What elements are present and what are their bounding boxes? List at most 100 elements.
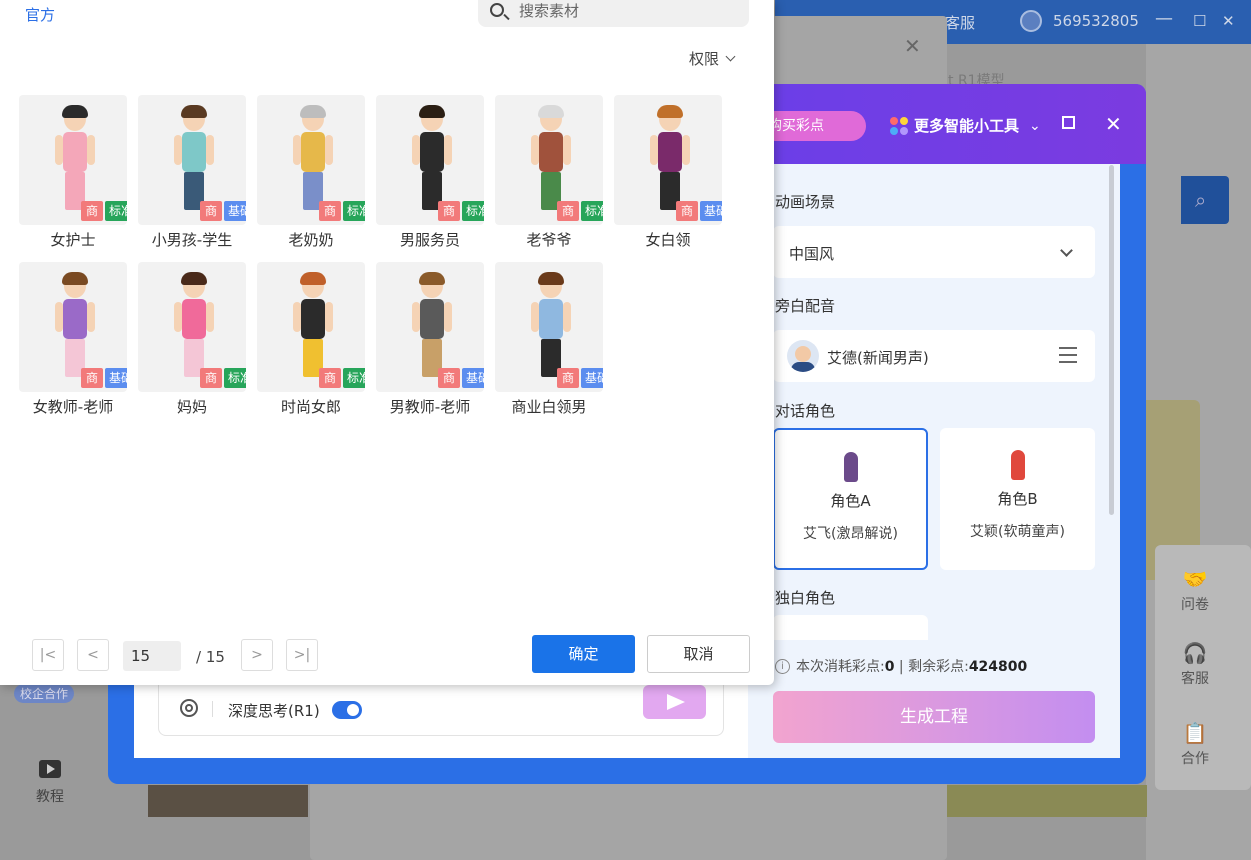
character-thumbnail: 商标准 bbox=[376, 95, 484, 225]
character-name: 男教师-老师 bbox=[389, 398, 471, 416]
character-name: 商业白领男 bbox=[511, 398, 587, 416]
commercial-tag: 商 bbox=[438, 201, 460, 221]
character-thumbnail: 商标准 bbox=[19, 95, 127, 225]
figure-arm-l bbox=[174, 135, 182, 165]
narration-voice-select[interactable]: 艾德(新闻男声) bbox=[773, 330, 1095, 382]
figure-arm-r bbox=[563, 302, 571, 332]
role-card-a[interactable]: 角色A 艾飞(激昂解说) bbox=[773, 428, 928, 570]
page-number-input[interactable] bbox=[123, 641, 181, 671]
tab-official[interactable]: 官方 bbox=[25, 4, 55, 25]
character-card[interactable]: 商标准妈妈 bbox=[138, 262, 246, 417]
send-button[interactable] bbox=[643, 685, 706, 719]
character-card[interactable]: 商基础 男教师-老师 bbox=[376, 262, 484, 417]
role-card-b[interactable]: 角色B 艾颖(软萌童声) bbox=[940, 428, 1095, 570]
chevron-down-icon bbox=[725, 51, 736, 62]
solo-role-label: 独白角色 bbox=[775, 589, 836, 607]
deep-think-toggle[interactable] bbox=[332, 701, 362, 719]
next-page-button[interactable]: > bbox=[241, 639, 273, 671]
figure-arm-r bbox=[563, 135, 571, 165]
figure-arm-l bbox=[174, 302, 182, 332]
divider bbox=[212, 701, 213, 717]
apps-grid-dot bbox=[900, 116, 908, 125]
figure-arm-r bbox=[206, 302, 214, 332]
character-thumbnail: 商基础 bbox=[495, 262, 603, 392]
maximize-icon[interactable]: ☐ bbox=[1193, 12, 1206, 30]
character-thumbnail: 商基础 bbox=[19, 262, 127, 392]
character-name: 女白领 bbox=[645, 231, 691, 249]
figure-body bbox=[658, 132, 682, 172]
scene-label: 动画场景 bbox=[775, 193, 836, 211]
deep-think-label: 深度思考(R1) bbox=[228, 702, 320, 720]
character-card[interactable]: 商标准 时尚女郎 bbox=[257, 262, 365, 417]
figure-hair bbox=[300, 272, 326, 285]
buy-points-button[interactable]: 购买彩点 bbox=[760, 111, 866, 141]
sliders-icon[interactable] bbox=[1059, 347, 1077, 363]
solo-role-card[interactable] bbox=[773, 615, 928, 640]
points-cost-line: i 本次消耗彩点:0 | 剩余彩点:424800 bbox=[775, 656, 1027, 676]
character-name: 女教师-老师 bbox=[32, 398, 114, 416]
character-thumbnail: 商标准 bbox=[138, 262, 246, 392]
material-search-input[interactable]: 搜索素材 bbox=[478, 0, 749, 27]
more-tools-dropdown[interactable]: 更多智能小工具 ⌄ bbox=[890, 115, 1041, 136]
permission-filter-dropdown[interactable]: 权限 bbox=[689, 48, 736, 69]
commercial-tag: 商 bbox=[81, 368, 103, 388]
figure-arm-l bbox=[531, 302, 539, 332]
figure-hair bbox=[657, 105, 683, 118]
character-card[interactable]: 商标准 老奶奶 bbox=[257, 95, 365, 250]
character-name: 妈妈 bbox=[176, 398, 207, 416]
character-name: 时尚女郎 bbox=[280, 398, 341, 416]
minimize-icon[interactable]: — bbox=[1155, 8, 1173, 29]
generate-project-button[interactable]: 生成工程 bbox=[773, 691, 1095, 743]
character-card[interactable]: 商标准 老爷爷 bbox=[495, 95, 603, 250]
license-level-tag: 标准 bbox=[462, 201, 484, 221]
settings-scrollbar[interactable] bbox=[1109, 165, 1114, 515]
tutorial-button[interactable]: 教程 bbox=[20, 760, 80, 806]
role-voice: 艾颖(软萌童声) bbox=[970, 524, 1065, 540]
character-card[interactable]: 商标准 男服务员 bbox=[376, 95, 484, 250]
role-name: 角色B bbox=[997, 490, 1038, 508]
side-item-cooperation[interactable]: 📋 合作 bbox=[1160, 722, 1230, 768]
commercial-tag: 商 bbox=[81, 201, 103, 221]
last-page-button[interactable]: >| bbox=[286, 639, 318, 671]
cancel-button[interactable]: 取消 bbox=[647, 635, 750, 673]
role-name: 角色A bbox=[830, 492, 871, 510]
buy-points-label: 购买彩点 bbox=[768, 118, 824, 134]
close-icon[interactable]: ✕ bbox=[1222, 12, 1235, 30]
character-card[interactable]: 商基础 女白领 bbox=[614, 95, 722, 250]
figure-hair bbox=[419, 105, 445, 118]
character-thumbnail: 商标准 bbox=[257, 262, 365, 392]
figure-body bbox=[301, 299, 325, 339]
target-icon[interactable] bbox=[180, 699, 198, 717]
confirm-button[interactable]: 确定 bbox=[532, 635, 635, 673]
maximize-icon[interactable] bbox=[1062, 116, 1075, 129]
figure-body bbox=[420, 299, 444, 339]
remain-points: 424800 bbox=[968, 659, 1028, 675]
commercial-tag: 商 bbox=[200, 368, 222, 388]
handshake-icon: 🤝 bbox=[1182, 567, 1208, 591]
tutorial-label: 教程 bbox=[36, 789, 64, 805]
figure-arm-l bbox=[293, 302, 301, 332]
character-thumbnail: 商标准 bbox=[257, 95, 365, 225]
character-card[interactable]: 商基础商业白领男 bbox=[495, 262, 603, 417]
close-icon[interactable]: ✕ bbox=[1105, 112, 1122, 136]
character-card[interactable]: 商基础女教师-老师 bbox=[19, 262, 127, 417]
permission-filter-label: 权限 bbox=[689, 50, 720, 68]
first-page-button[interactable]: |< bbox=[32, 639, 64, 671]
side-item-survey[interactable]: 🤝 问卷 bbox=[1160, 568, 1230, 614]
figure-hair bbox=[62, 272, 88, 285]
background-dialog-close-icon[interactable]: ✕ bbox=[904, 34, 921, 58]
background-search-button[interactable]: ⌕ bbox=[1181, 176, 1229, 224]
commercial-tag: 商 bbox=[676, 201, 698, 221]
character-card[interactable]: 商标准 女护士 bbox=[19, 95, 127, 250]
more-tools-label: 更多智能小工具 bbox=[914, 117, 1020, 135]
document-icon: 📋 bbox=[1182, 721, 1208, 745]
character-card[interactable]: 商基础 小男孩-学生 bbox=[138, 95, 246, 250]
background-user-id: 569532805 bbox=[1053, 12, 1139, 30]
background-support-link[interactable]: 客服 bbox=[945, 12, 975, 33]
cost-used: 0 bbox=[884, 659, 895, 675]
scene-select[interactable]: 中国风 bbox=[773, 226, 1095, 278]
prev-page-button[interactable]: < bbox=[77, 639, 109, 671]
material-picker-panel: 官方 搜索素材 权限 商标准 女护士商基础 小男孩-学生商标准 老奶奶商标准 男服务员商… bbox=[0, 0, 774, 685]
license-level-tag: 基础 bbox=[581, 368, 603, 388]
side-item-support[interactable]: 🎧 客服 bbox=[1160, 642, 1230, 688]
